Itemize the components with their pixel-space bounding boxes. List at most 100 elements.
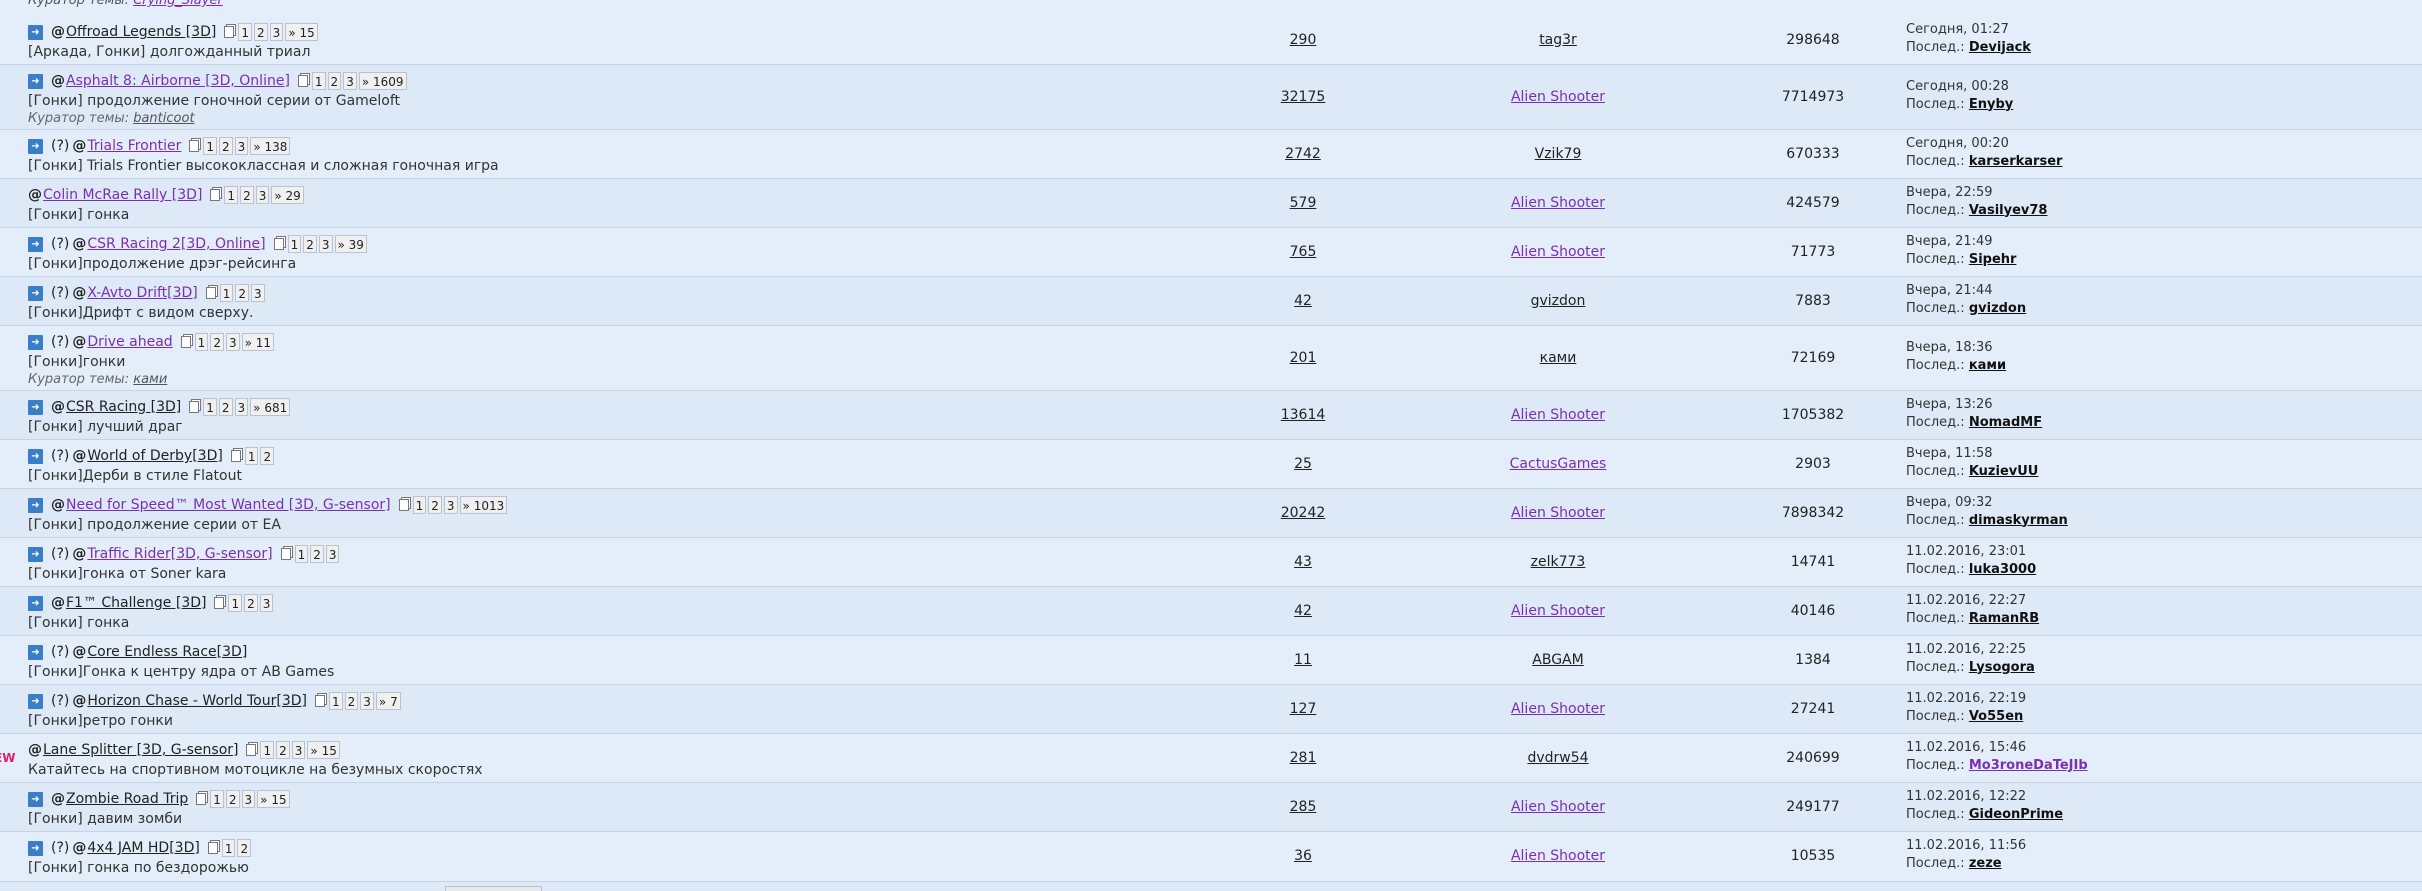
replies-link[interactable]: 11	[1294, 652, 1312, 668]
author-link[interactable]: zelk773	[1531, 554, 1586, 570]
topic-title-link[interactable]: X-Avto Drift[3D]	[87, 285, 197, 301]
author-link[interactable]: Alien Shooter	[1511, 89, 1605, 105]
replies-link[interactable]: 20242	[1281, 505, 1326, 521]
page-link-last[interactable]: » 138	[250, 137, 291, 155]
goto-new-post-icon[interactable]: ➜	[28, 24, 43, 40]
page-link-3[interactable]: 3	[269, 23, 284, 41]
topic-title-link[interactable]: Zombie Road Trip	[66, 791, 188, 807]
topic-title-link[interactable]: World of Derby[3D]	[87, 448, 222, 464]
topic-title-link[interactable]: Traffic Rider[3D, G-sensor]	[87, 546, 272, 562]
author-link[interactable]: Alien Shooter	[1511, 799, 1605, 815]
last-poster-link[interactable]: Mo3roneDaTeJIb	[1969, 758, 2088, 773]
author-link[interactable]: gvizdon	[1531, 293, 1586, 309]
page-link-3[interactable]: 3	[325, 545, 340, 563]
page-link-3[interactable]: 3	[360, 692, 374, 710]
page-link-2[interactable]: 2	[327, 72, 342, 90]
page-link-2[interactable]: 2	[235, 284, 250, 302]
author-link[interactable]: dvdrw54	[1527, 750, 1588, 766]
page-link-2[interactable]: 2	[310, 545, 324, 563]
last-poster-link[interactable]: Sipehr	[1969, 252, 2017, 267]
page-link-2[interactable]: 2	[237, 839, 252, 857]
page-link-1[interactable]: 1	[194, 333, 209, 351]
page-link-3[interactable]: 3	[255, 186, 270, 204]
page-link-2[interactable]: 2	[254, 23, 268, 41]
goto-new-post-icon[interactable]: ➜	[28, 334, 43, 350]
goto-new-post-icon[interactable]: ➜	[28, 138, 43, 154]
topic-title-link[interactable]: Need for Speed™ Most Wanted [3D, G-senso…	[66, 497, 391, 513]
page-link-2[interactable]: 2	[344, 692, 359, 710]
topic-title-link[interactable]: 4x4 JAM HD[3D]	[87, 840, 199, 856]
author-link[interactable]: Alien Shooter	[1511, 195, 1605, 211]
replies-link[interactable]: 2742	[1285, 146, 1321, 162]
page-link-1[interactable]: 1	[203, 137, 218, 155]
author-link[interactable]: CactusGames	[1510, 456, 1607, 472]
topic-title-link[interactable]: F1™ Challenge [3D]	[66, 595, 206, 611]
page-link-3[interactable]: 3	[241, 790, 256, 808]
last-poster-link[interactable]: karserkarser	[1969, 154, 2063, 169]
topic-title-link[interactable]: Core Endless Race[3D]	[87, 644, 247, 660]
replies-link[interactable]: 42	[1294, 603, 1312, 619]
topic-title-link[interactable]: CSR Racing 2[3D, Online]	[87, 236, 265, 252]
curator-link[interactable]: Crying_Slayer	[133, 0, 223, 8]
page-link-3[interactable]: 3	[291, 741, 306, 759]
page-link-1[interactable]: 1	[219, 284, 234, 302]
page-link-2[interactable]: 2	[244, 594, 258, 612]
page-link-3[interactable]: 3	[234, 137, 249, 155]
replies-link[interactable]: 25	[1294, 456, 1312, 472]
author-link[interactable]: tag3r	[1539, 32, 1577, 48]
page-link-3[interactable]: 3	[259, 594, 274, 612]
replies-link[interactable]: 201	[1290, 350, 1317, 366]
page-link-2[interactable]: 2	[260, 447, 275, 465]
page-link-last[interactable]: » 39	[334, 235, 367, 253]
replies-link[interactable]: 43	[1294, 554, 1312, 570]
page-link-2[interactable]: 2	[219, 137, 233, 155]
page-link-last[interactable]: » 681	[250, 398, 291, 416]
page-link-3[interactable]: 3	[234, 398, 249, 416]
last-poster-link[interactable]: luka3000	[1969, 562, 2036, 577]
last-poster-link[interactable]: NomadMF	[1969, 415, 2042, 430]
page-link-last[interactable]: » 15	[257, 790, 290, 808]
last-poster-link[interactable]: dimaskyrman	[1969, 513, 2068, 528]
replies-link[interactable]: 281	[1290, 750, 1317, 766]
author-link[interactable]: Alien Shooter	[1511, 407, 1605, 423]
page-link-2[interactable]: 2	[218, 398, 233, 416]
goto-new-post-icon[interactable]: ➜	[28, 546, 43, 562]
replies-link[interactable]: 290	[1290, 32, 1317, 48]
last-poster-link[interactable]: KuzievUU	[1969, 464, 2039, 479]
page-link-2[interactable]: 2	[210, 333, 224, 351]
replies-link[interactable]: 32175	[1281, 89, 1326, 105]
page-link-1[interactable]: 1	[412, 496, 427, 514]
page-link-1[interactable]: 1	[311, 72, 326, 90]
replies-link[interactable]: 579	[1290, 195, 1317, 211]
topic-title-link[interactable]: Offroad Legends [3D]	[66, 24, 216, 40]
page-link-last[interactable]: » 1609	[358, 72, 407, 90]
topic-title-link[interactable]: Colin McRae Rally [3D]	[43, 187, 202, 203]
goto-new-post-icon[interactable]: ➜	[28, 840, 43, 856]
goto-new-post-icon[interactable]: ➜	[28, 236, 43, 252]
curator-link[interactable]: ками	[133, 372, 167, 387]
page-link-3[interactable]: 3	[443, 496, 458, 514]
page-link-1[interactable]: 1	[221, 839, 236, 857]
page-link-2[interactable]: 2	[225, 790, 240, 808]
last-poster-link[interactable]: gvizdon	[1969, 301, 2026, 316]
replies-link[interactable]: 127	[1290, 701, 1317, 717]
page-link-1[interactable]: 1	[294, 545, 309, 563]
author-link[interactable]: Alien Shooter	[1511, 603, 1605, 619]
topic-title-link[interactable]: Lane Splitter [3D, G-sensor]	[43, 742, 238, 758]
page-link-1[interactable]: 1	[203, 398, 217, 416]
goto-new-post-icon[interactable]: ➜	[28, 399, 43, 415]
author-link[interactable]: ABGAM	[1532, 652, 1583, 668]
page-link-last[interactable]: » 29	[271, 186, 304, 204]
last-poster-link[interactable]: RamanRB	[1969, 611, 2039, 626]
page-link-3[interactable]: 3	[251, 284, 265, 302]
page-link-3[interactable]: 3	[318, 235, 333, 253]
last-poster-link[interactable]: zeze	[1969, 856, 2002, 871]
last-poster-link[interactable]: Vo55en	[1969, 709, 2023, 724]
curator-link[interactable]: banticoot	[133, 111, 194, 126]
page-link-3[interactable]: 3	[343, 72, 357, 90]
page-link-2[interactable]: 2	[276, 741, 290, 759]
goto-new-post-icon[interactable]: ➜	[28, 497, 43, 513]
topic-title-link[interactable]: Asphalt 8: Airborne [3D, Online]	[66, 73, 290, 89]
topic-title-link[interactable]: Trials Frontier	[87, 138, 181, 154]
page-link-last[interactable]: » 1013	[459, 496, 508, 514]
